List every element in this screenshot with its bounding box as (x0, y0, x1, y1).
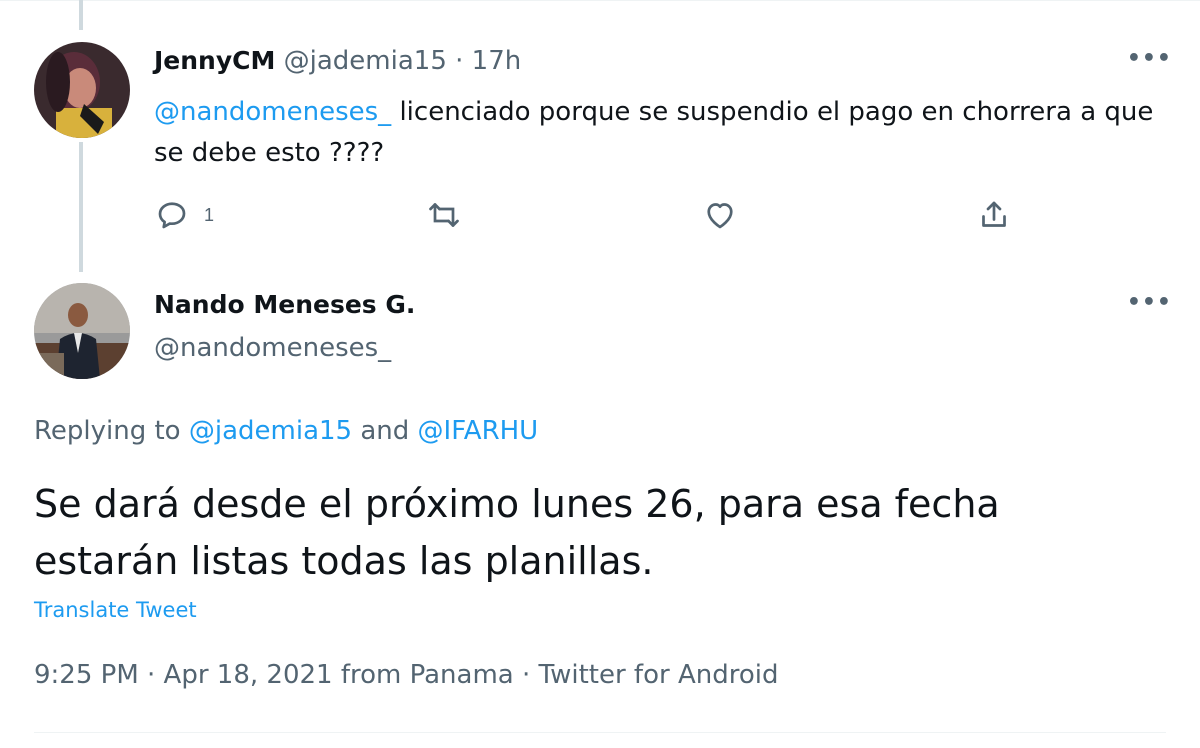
avatar-jennycm[interactable] (34, 42, 130, 138)
share-icon (982, 201, 1006, 227)
translate-tweet-link[interactable]: Translate Tweet (34, 598, 197, 622)
reply-time[interactable]: 17h (472, 46, 522, 76)
tweet-meta[interactable]: 9:25 PM · Apr 18, 2021 from Panama · Twi… (34, 660, 778, 690)
reply-action-bar: 1 (154, 197, 1034, 237)
like-icon (707, 203, 733, 229)
replying-mention-1[interactable]: @jademia15 (189, 416, 352, 446)
reply-count: 1 (204, 204, 215, 225)
avatar-nandomeneses-image (34, 283, 130, 379)
avatar-nandomeneses[interactable] (34, 283, 130, 379)
bottom-divider (34, 732, 1166, 733)
thread-line-top (79, 0, 83, 30)
reply-display-name[interactable]: JennyCM (154, 46, 275, 75)
replying-and: and (352, 416, 418, 446)
retweet-button[interactable] (426, 197, 462, 233)
reply-handle[interactable]: @jademia15 (284, 46, 447, 76)
reply-icon (158, 202, 186, 229)
replying-prefix: Replying to (34, 416, 189, 446)
top-divider (0, 0, 1200, 1)
reply-more-button[interactable]: ••• (1127, 46, 1172, 71)
main-more-button[interactable]: ••• (1127, 290, 1172, 315)
replying-to: Replying to @jademia15 and @IFARHU (34, 416, 538, 446)
avatar-jennycm-image (34, 42, 130, 138)
replying-mention-2[interactable]: @IFARHU (418, 416, 539, 446)
main-handle[interactable]: @nandomeneses_ (154, 333, 391, 363)
thread-line (79, 142, 83, 272)
reply-separator: · (455, 46, 464, 76)
like-button[interactable] (702, 197, 738, 233)
retweet-icon (429, 203, 459, 227)
share-button[interactable] (976, 197, 1012, 233)
reply-mention[interactable]: @nandomeneses_ (154, 97, 391, 127)
tweet-text: Se dará desde el próximo lunes 26, para … (34, 482, 1000, 583)
reply-header: JennyCM @jademia15 · 17h (154, 46, 521, 76)
reply-text: @nandomeneses_ licenciado porque se susp… (154, 92, 1184, 174)
main-display-name[interactable]: Nando Meneses G. (154, 290, 415, 319)
reply-button[interactable]: 1 (154, 197, 214, 233)
